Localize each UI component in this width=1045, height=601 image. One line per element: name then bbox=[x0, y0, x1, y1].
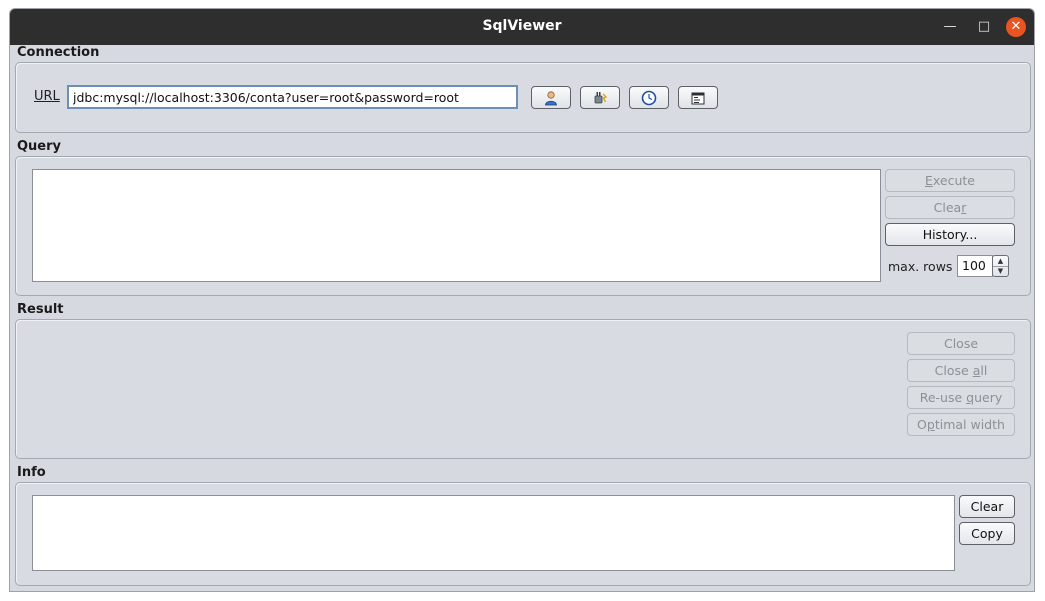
info-clear-button[interactable]: Clear bbox=[959, 495, 1015, 518]
connection-panel: URL bbox=[15, 62, 1031, 133]
properties-button[interactable] bbox=[678, 86, 718, 109]
info-section-label: Info bbox=[17, 465, 46, 480]
info-copy-button[interactable]: Copy bbox=[959, 522, 1015, 545]
minimize-icon[interactable]: — bbox=[938, 15, 962, 39]
info-panel: Clear Copy bbox=[15, 482, 1031, 586]
query-clear-button[interactable]: Clear bbox=[885, 196, 1015, 219]
window-title: SqlViewer bbox=[482, 18, 562, 34]
plug-icon bbox=[594, 91, 608, 103]
query-textarea[interactable] bbox=[32, 169, 881, 282]
user-connect-button[interactable] bbox=[531, 86, 571, 109]
result-panel: Close Close all Re-use query Optimal wid… bbox=[15, 319, 1031, 459]
properties-icon bbox=[691, 92, 705, 104]
history-clock-button[interactable] bbox=[629, 86, 669, 109]
sqlviewer-window: SqlViewer — □ ✕ Connection URL jdbc:mysq… bbox=[9, 8, 1035, 592]
url-input[interactable] bbox=[67, 85, 518, 109]
plug-connect-button[interactable] bbox=[580, 86, 620, 109]
optimal-width-button[interactable]: Optimal width bbox=[907, 413, 1015, 436]
result-section-label: Result bbox=[17, 302, 64, 317]
history-button[interactable]: History... bbox=[885, 223, 1015, 246]
max-rows-stepper[interactable]: ▲ ▼ bbox=[992, 255, 1009, 277]
clock-icon bbox=[641, 90, 657, 105]
query-section-label: Query bbox=[17, 139, 62, 154]
query-panel: Execute Clear History... max. rows 100 ▲… bbox=[15, 156, 1031, 296]
url-label: URL bbox=[34, 89, 60, 104]
max-rows-input[interactable]: 100 bbox=[957, 255, 993, 277]
user-icon bbox=[545, 90, 557, 105]
result-close-button[interactable]: Close bbox=[907, 332, 1015, 355]
execute-button[interactable]: Execute bbox=[885, 169, 1015, 192]
spinner-down-icon[interactable]: ▼ bbox=[993, 266, 1008, 276]
title-bar[interactable]: SqlViewer — □ ✕ bbox=[10, 9, 1034, 45]
close-icon[interactable]: ✕ bbox=[1006, 17, 1026, 37]
result-close-all-button[interactable]: Close all bbox=[907, 359, 1015, 382]
reuse-query-button[interactable]: Re-use query bbox=[907, 386, 1015, 409]
info-textarea[interactable] bbox=[32, 495, 955, 571]
max-rows-label: max. rows bbox=[888, 259, 953, 274]
maximize-icon[interactable]: □ bbox=[972, 15, 996, 39]
connection-section-label: Connection bbox=[17, 45, 100, 60]
